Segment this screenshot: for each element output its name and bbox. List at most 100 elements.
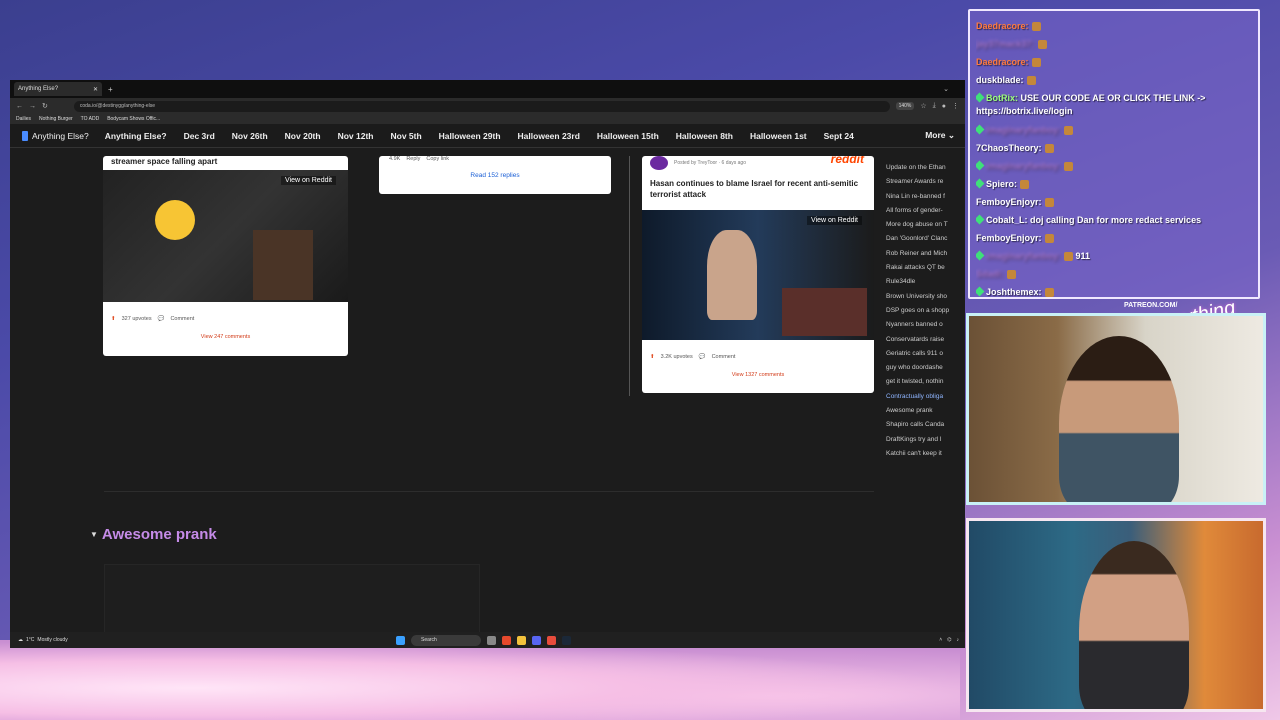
toc-item-active[interactable]: Contractually obliga (886, 393, 965, 407)
view-on-reddit-button[interactable]: View on Reddit (281, 176, 336, 185)
copy-link-button[interactable]: Copy link (426, 156, 449, 162)
tray-chevron-icon[interactable]: ˄ (939, 637, 942, 643)
cohost-figure (1079, 541, 1189, 709)
post-media[interactable]: View on Reddit (103, 170, 348, 302)
chat-message: jay37mack37: (976, 35, 1254, 53)
url-text: coda.io/@destinygg/anything-else (79, 103, 155, 109)
close-icon[interactable]: ✕ (93, 86, 98, 93)
patreon-label: PATREON.COM/ (1124, 302, 1178, 309)
task-view-icon[interactable] (487, 635, 496, 645)
bookmark-item[interactable]: Bodycam Shows Offic... (107, 116, 160, 122)
toc-item[interactable]: Update on the Ethan (886, 164, 965, 178)
toc-item[interactable]: All forms of gender- (886, 207, 965, 221)
volume-icon[interactable]: ♪ (957, 637, 960, 643)
doc-brand[interactable]: Anything Else? (22, 130, 89, 141)
chat-username: jay37mack37: (976, 39, 1035, 49)
steam-icon[interactable] (562, 635, 571, 645)
toc-item[interactable]: Shapiro calls Canda (886, 421, 965, 435)
sub-badge-icon (976, 286, 985, 297)
chat-username: Daedracore: (976, 57, 1029, 67)
toc-item[interactable]: Katchii can't keep it (886, 450, 965, 464)
nav-item[interactable]: Dec 3rd (184, 131, 215, 141)
upvote-icon[interactable]: ⬆ (650, 354, 655, 360)
download-icon[interactable]: ⤓ (933, 102, 936, 110)
nav-item[interactable]: Nov 5th (390, 131, 421, 141)
star-icon[interactable]: ☆ (920, 102, 926, 110)
toc-item[interactable]: Dan 'Goonlord' Clanc (886, 235, 965, 249)
windows-start-icon[interactable] (396, 635, 405, 645)
new-tab-icon[interactable]: + (108, 85, 113, 94)
toc-item[interactable]: guy who doordashe (886, 364, 965, 378)
menu-icon[interactable]: ⋮ (952, 102, 959, 110)
toc-item[interactable]: DSP goes on a shopp (886, 307, 965, 321)
profile-icon[interactable]: ● (942, 103, 946, 110)
toc-item[interactable]: get it twisted, nothin (886, 378, 965, 392)
back-icon[interactable]: ← (16, 103, 23, 110)
app-icon[interactable] (547, 635, 556, 645)
streamer-inset-thumbnail (782, 288, 867, 336)
toc-item[interactable]: Brown University sho (886, 293, 965, 307)
chat-username: BotRix: (986, 93, 1018, 103)
file-explorer-icon[interactable] (517, 635, 526, 645)
post-title: Hasan continues to blame Israel for rece… (650, 179, 859, 199)
toc-item[interactable]: Rule34dle (886, 278, 965, 292)
bookmark-item[interactable]: Dailies (16, 116, 31, 122)
browser-app-icon[interactable] (502, 635, 511, 645)
nav-item[interactable]: Nov 20th (285, 131, 321, 141)
discord-icon[interactable] (532, 635, 541, 645)
taskbar-search[interactable]: Search (411, 634, 481, 646)
view-on-reddit-button[interactable]: View on Reddit (807, 216, 862, 225)
browser-tab[interactable]: Anything Else? ✕ (14, 82, 102, 96)
reddit-card-right: Posted by TreyToor · 6 days ago reddit H… (642, 156, 874, 393)
subreddit-avatar (650, 156, 668, 170)
view-comments-link[interactable]: View 247 comments (103, 334, 348, 340)
nav-item[interactable]: Anything Else? (105, 131, 167, 141)
view-comments-link[interactable]: View 1327 comments (642, 372, 874, 378)
nav-item[interactable]: Nov 12th (338, 131, 374, 141)
webcam-bottom (966, 518, 1266, 712)
zoom-badge[interactable]: 140% (895, 102, 915, 110)
forward-icon[interactable]: → (29, 103, 36, 110)
bookmark-item[interactable]: Nothing Burger (39, 116, 73, 122)
reload-icon[interactable]: ↻ (42, 102, 48, 110)
comment-label[interactable]: Comment (712, 354, 736, 360)
toc-item[interactable]: Rob Reiner and Mich (886, 250, 965, 264)
nav-item[interactable]: Halloween 23rd (518, 131, 580, 141)
toc-item[interactable]: Geriatric calls 911 o (886, 350, 965, 364)
nav-item[interactable]: Halloween 15th (597, 131, 659, 141)
weather-widget[interactable]: ☁ 1°C Mostly cloudy (18, 637, 68, 643)
nav-item[interactable]: Halloween 29th (439, 131, 501, 141)
toc-item[interactable]: Rakai attacks QT be (886, 264, 965, 278)
toc-item[interactable]: More dog abuse on T (886, 221, 965, 235)
toc-item[interactable]: Nyanners banned o (886, 321, 965, 335)
toc-item[interactable]: Nina Lin re-banned f (886, 193, 965, 207)
post-media[interactable]: View on Reddit (642, 210, 874, 340)
upvote-icon[interactable]: ⬆ (111, 316, 116, 322)
toc-item[interactable]: DraftKings try and l (886, 436, 965, 450)
chevron-down-icon[interactable]: ⌄ (943, 85, 949, 93)
reply-button[interactable]: Reply (406, 156, 420, 162)
emote-icon (1044, 288, 1054, 297)
collapse-triangle-icon[interactable]: ▼ (90, 530, 98, 539)
read-replies-link[interactable]: Read 152 replies (379, 172, 611, 179)
doc-brand-label: Anything Else? (32, 130, 89, 141)
url-field[interactable]: coda.io/@destinygg/anything-else (73, 100, 890, 112)
comment-label[interactable]: Comment (170, 316, 194, 322)
network-icon[interactable]: ⌬ (947, 637, 951, 643)
nav-item[interactable]: Halloween 8th (676, 131, 733, 141)
sub-badge-icon (976, 124, 985, 135)
chat-text: doj calling Dan for more redact services (1030, 215, 1202, 225)
table-of-contents: Update on the Ethan Streamer Awards re N… (886, 164, 965, 464)
toc-item[interactable]: Streamer Awards re (886, 178, 965, 192)
nav-item[interactable]: Halloween 1st (750, 131, 807, 141)
nav-item[interactable]: Sept 24 (824, 131, 854, 141)
nav-item[interactable]: Nov 26th (232, 131, 268, 141)
nav-more[interactable]: More ⌄ (925, 130, 955, 141)
browser-window: Anything Else? ✕ + ⌄ ← → ↻ coda.io/@dest… (10, 80, 965, 648)
section-header[interactable]: ▼ Awesome prank (90, 526, 217, 543)
toc-item[interactable]: Conservatards raise (886, 336, 965, 350)
chat-username: imaginaryfanboy: (986, 251, 1062, 261)
chat-overlay: Daedracore: jay37mack37: Daedracore: dus… (968, 9, 1260, 299)
toc-item[interactable]: Awesome prank (886, 407, 965, 421)
bookmark-item[interactable]: TO ADD (81, 116, 100, 122)
